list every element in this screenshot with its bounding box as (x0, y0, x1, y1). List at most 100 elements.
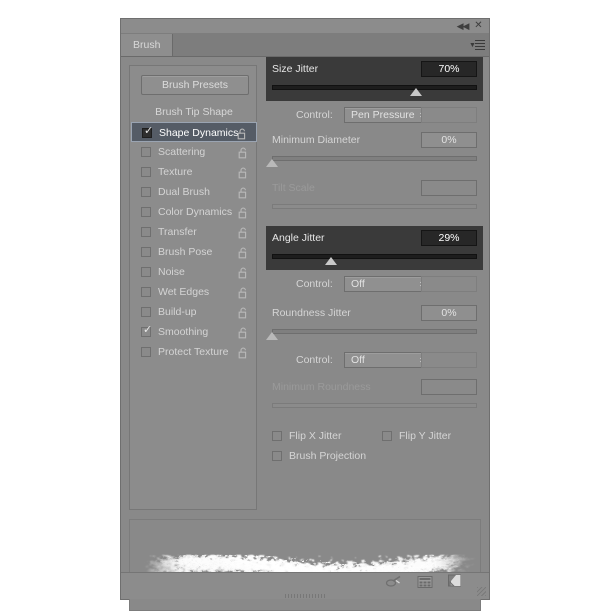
sidebar-item-label: Dual Brush (158, 182, 210, 202)
roundness-jitter-value[interactable]: 0% (421, 305, 477, 321)
unlocked-padlock-icon[interactable] (238, 306, 249, 318)
checkbox-box[interactable] (141, 287, 151, 297)
angle-control-dropdown[interactable]: Off (344, 276, 432, 292)
flip-y-jitter-label: Flip Y Jitter (399, 429, 451, 443)
unlocked-padlock-icon[interactable] (238, 166, 249, 178)
sidebar-item-dual-brush[interactable]: Dual Brush (131, 182, 257, 202)
tilt-scale-slider (266, 200, 483, 220)
size-jitter-track (272, 85, 477, 90)
minimum-diameter-label: Minimum Diameter (272, 128, 360, 152)
unlocked-padlock-icon[interactable] (238, 186, 249, 198)
minimum-roundness-row: Minimum Roundness (266, 375, 483, 399)
sidebar-item-label: Color Dynamics (158, 202, 232, 222)
unlocked-padlock-icon[interactable] (237, 127, 248, 139)
minimum-roundness-value (421, 379, 477, 395)
sidebar-item-label: Shape Dynamics (159, 123, 238, 143)
checkbox-box[interactable] (141, 347, 151, 357)
roundness-jitter-track (272, 329, 477, 334)
check-icon: ✓ (143, 325, 152, 336)
roundness-control-dropdown[interactable]: Off (344, 352, 432, 368)
roundness-jitter-section: Roundness Jitter 0% (266, 301, 483, 345)
unlocked-padlock-icon[interactable] (238, 226, 249, 238)
collapse-double-arrow-icon[interactable]: ◀◀ (456, 20, 469, 32)
dynamics-list-panel: Brush Presets Brush Tip Shape ✓ Shape Dyn… (129, 65, 257, 510)
unlocked-padlock-icon[interactable] (238, 266, 249, 278)
angle-jitter-value[interactable]: 29% (421, 230, 477, 246)
flip-x-jitter-label: Flip X Jitter (289, 429, 342, 443)
checkbox-box[interactable] (141, 207, 151, 217)
angle-jitter-thumb[interactable] (325, 257, 337, 265)
brush-panel: ◀◀ ✕ Brush ▼ Brush Presets Brush Tip Sha… (120, 18, 490, 600)
sidebar-item-color-dynamics[interactable]: Color Dynamics (131, 202, 257, 222)
sidebar-item-noise[interactable]: Noise (131, 262, 257, 282)
sidebar-item-protect-texture[interactable]: Protect Texture (131, 342, 257, 362)
sidebar-item-scattering[interactable]: Scattering (131, 142, 257, 162)
sidebar-item-label: Brush Pose (158, 242, 212, 262)
angle-control-spacer (421, 276, 477, 292)
checkbox-box[interactable] (141, 187, 151, 197)
sidebar-item-brush-pose[interactable]: Brush Pose (131, 242, 257, 262)
checkbox-box[interactable] (141, 267, 151, 277)
checkbox-box[interactable] (141, 307, 151, 317)
sidebar-item-label: Transfer (158, 222, 197, 242)
tilt-scale-section: Tilt Scale (266, 176, 483, 220)
menu-lines-icon (475, 40, 485, 52)
panel-body: Brush Presets Brush Tip Shape ✓ Shape Dyn… (121, 57, 489, 567)
roundness-control-row: Control: Off (266, 349, 483, 371)
toggle-brush-settings-icon[interactable] (385, 575, 403, 594)
panel-footer (121, 572, 489, 599)
unlocked-padlock-icon[interactable] (238, 346, 249, 358)
brush-presets-button[interactable]: Brush Presets (141, 75, 249, 95)
minimum-diameter-slider[interactable] (266, 152, 483, 172)
sidebar-item-transfer[interactable]: Transfer (131, 222, 257, 242)
sidebar-item-shape-dynamics[interactable]: ✓ Shape Dynamics (131, 122, 257, 142)
angle-jitter-slider[interactable] (266, 250, 483, 270)
checkbox-box[interactable] (141, 247, 151, 257)
checkbox-box (272, 431, 282, 441)
new-brush-preset-icon[interactable] (447, 574, 463, 594)
unlocked-padlock-icon[interactable] (238, 146, 249, 158)
checkbox-box[interactable] (141, 167, 151, 177)
size-jitter-thumb[interactable] (410, 88, 422, 96)
close-icon[interactable]: ✕ (472, 20, 485, 32)
minimum-roundness-slider (266, 399, 483, 419)
size-jitter-section: Size Jitter 70% (266, 57, 483, 101)
size-control-row: Control: Pen Pressure (266, 104, 483, 126)
tilt-scale-track (272, 204, 477, 209)
checkbox-box[interactable] (141, 227, 151, 237)
brush-preset-grid-icon[interactable] (417, 575, 433, 594)
minimum-diameter-section: Minimum Diameter 0% (266, 128, 483, 172)
unlocked-padlock-icon[interactable] (238, 326, 249, 338)
panel-menu-icon[interactable]: ▼ (469, 38, 485, 52)
size-jitter-value[interactable]: 70% (421, 61, 477, 77)
sidebar-item-smoothing[interactable]: ✓Smoothing (131, 322, 257, 342)
checkbox-box[interactable]: ✓ (141, 327, 151, 337)
panel-resize-grip[interactable] (477, 587, 486, 596)
tab-brush[interactable]: Brush (121, 34, 173, 56)
sidebar-item-build-up[interactable]: Build-up (131, 302, 257, 322)
sidebar-item-label: Wet Edges (158, 282, 209, 302)
sidebar-item-label: Scattering (158, 142, 205, 162)
unlocked-padlock-icon[interactable] (238, 206, 249, 218)
panel-titlebar: ◀◀ ✕ (121, 19, 489, 34)
unlocked-padlock-icon[interactable] (238, 286, 249, 298)
size-control-dropdown[interactable]: Pen Pressure (344, 107, 432, 123)
panel-drag-grip[interactable] (285, 594, 325, 598)
checkbox-box[interactable]: ✓ (142, 128, 152, 138)
roundness-jitter-thumb[interactable] (266, 332, 278, 340)
size-jitter-slider[interactable] (266, 81, 483, 101)
minimum-diameter-value[interactable]: 0% (421, 132, 477, 148)
roundness-jitter-slider[interactable] (266, 325, 483, 345)
sidebar-item-texture[interactable]: Texture (131, 162, 257, 182)
size-control-value: Pen Pressure (351, 109, 415, 121)
sidebar-item-wet-edges[interactable]: Wet Edges (131, 282, 257, 302)
checkbox-box (272, 451, 282, 461)
sidebar-item-brush-tip-shape[interactable]: Brush Tip Shape (131, 102, 257, 122)
size-jitter-row: Size Jitter 70% (266, 57, 483, 81)
angle-jitter-track (272, 254, 477, 259)
checkbox-box[interactable] (141, 147, 151, 157)
brush-options-column: Size Jitter 70% Control: Pen Pressure (266, 57, 483, 512)
minimum-diameter-thumb[interactable] (266, 159, 278, 167)
unlocked-padlock-icon[interactable] (238, 246, 249, 258)
angle-control-label: Control: (296, 273, 333, 295)
